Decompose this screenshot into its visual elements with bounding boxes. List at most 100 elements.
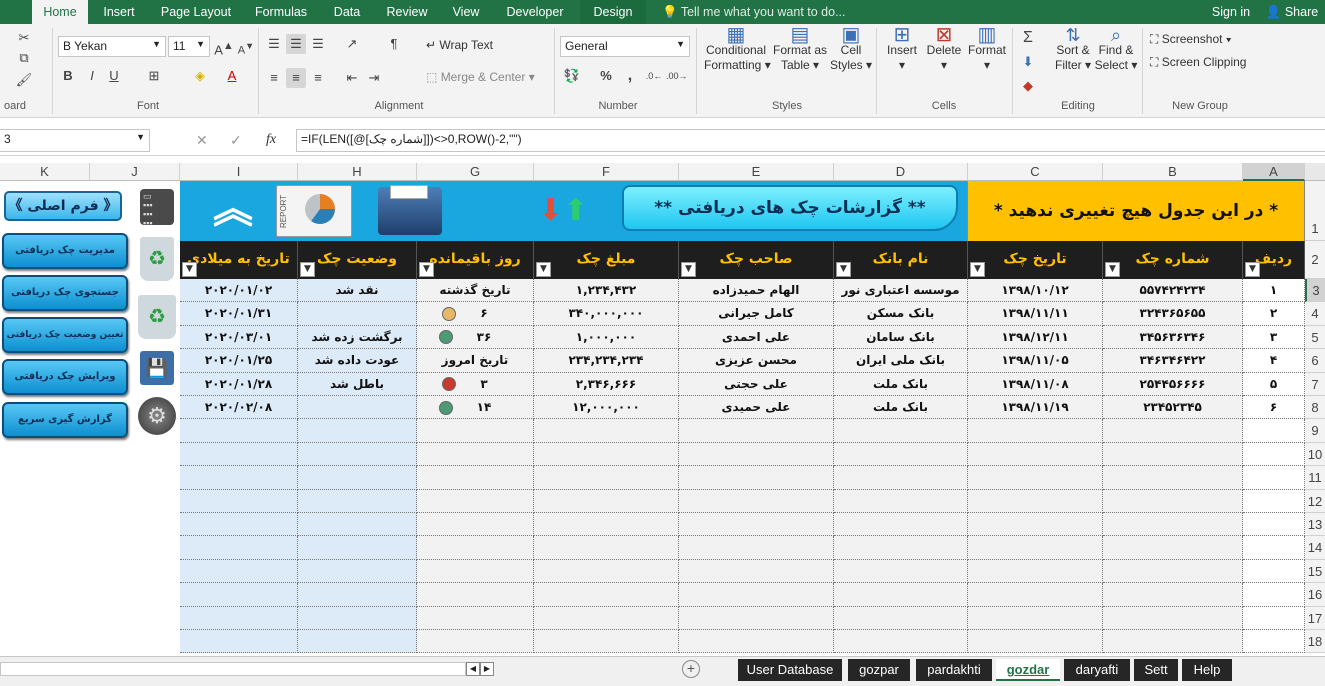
- cell-gregorian[interactable]: [180, 583, 298, 607]
- cell-amount[interactable]: [534, 442, 679, 467]
- cell-bank[interactable]: بانک ملی ایران: [834, 349, 968, 373]
- cell-check-no[interactable]: [1103, 583, 1243, 607]
- cell-owner[interactable]: علی حجتی: [679, 372, 834, 396]
- cell-check-no[interactable]: [1103, 466, 1243, 490]
- tab-design[interactable]: Design: [580, 0, 646, 24]
- cell-check-no[interactable]: [1103, 442, 1243, 467]
- tell-me-box[interactable]: 💡 Tell me what you want to do...: [662, 0, 852, 24]
- cell-check-date[interactable]: ۱۳۹۸/۱۱/۰۵: [968, 349, 1103, 373]
- filter-dropdown-icon[interactable]: ▼: [536, 262, 551, 277]
- cell-check-date[interactable]: ۱۳۹۸/۱۱/۱۹: [968, 396, 1103, 420]
- italic-icon[interactable]: I: [82, 66, 102, 86]
- cell-check-date[interactable]: ۱۳۹۸/۱۱/۱۱: [968, 302, 1103, 326]
- sheet-tab-user-database[interactable]: User Database: [738, 659, 842, 681]
- merge-center-button[interactable]: ⬚ Merge & Center ▾: [426, 70, 535, 84]
- cell-check-date[interactable]: ۱۳۹۸/۱۲/۱۱: [968, 325, 1103, 350]
- sheet-tab-pardakhti[interactable]: pardakhti: [916, 659, 992, 681]
- align-top-icon[interactable]: ☰: [264, 34, 284, 54]
- cell-gregorian[interactable]: [180, 536, 298, 560]
- row-header[interactable]: 1: [1305, 181, 1325, 241]
- cell-check-no[interactable]: [1103, 559, 1243, 584]
- filter-dropdown-icon[interactable]: ▼: [1105, 262, 1120, 277]
- sheet-tab-sett[interactable]: Sett: [1134, 659, 1178, 681]
- cell-status[interactable]: [298, 513, 417, 537]
- column-header[interactable]: F: [534, 163, 679, 181]
- enter-icon[interactable]: ✓: [230, 132, 242, 149]
- cell-check-no[interactable]: [1103, 513, 1243, 537]
- cell-check-no[interactable]: ۲۵۴۴۵۶۶۶۶: [1103, 372, 1243, 396]
- tab-data[interactable]: Data: [322, 0, 372, 24]
- cell-check-no[interactable]: ۲۳۴۵۲۳۴۵: [1103, 396, 1243, 420]
- font-name-select[interactable]: B Yekan ▼: [58, 36, 166, 57]
- cell-days-left[interactable]: [417, 583, 534, 607]
- cell-status[interactable]: [298, 396, 417, 420]
- font-color-icon[interactable]: A: [222, 66, 242, 86]
- formula-input[interactable]: =IF(LEN([@[شماره چک]])<>0,ROW()-2,""): [296, 129, 1325, 152]
- cell-bank[interactable]: [834, 419, 968, 443]
- row-header[interactable]: 17: [1305, 606, 1325, 630]
- cell-owner[interactable]: [679, 442, 834, 467]
- cell-amount[interactable]: [534, 583, 679, 607]
- cell-owner[interactable]: محسن عزیزی: [679, 349, 834, 373]
- column-header[interactable]: D: [834, 163, 968, 181]
- row-header[interactable]: 14: [1305, 536, 1325, 560]
- column-header[interactable]: E: [679, 163, 834, 181]
- tab-home[interactable]: Home: [32, 0, 88, 24]
- tab-formulas[interactable]: Formulas: [248, 0, 314, 24]
- cell-status[interactable]: [298, 630, 417, 654]
- copy-icon[interactable]: ⧉: [14, 48, 34, 68]
- row-header[interactable]: 7: [1305, 372, 1325, 396]
- cell-status[interactable]: باطل شد: [298, 372, 417, 396]
- increase-indent-icon[interactable]: ⇥: [364, 68, 384, 88]
- filter-dropdown-icon[interactable]: ▼: [681, 262, 696, 277]
- cell-radif[interactable]: [1243, 442, 1305, 467]
- cell-gregorian[interactable]: [180, 442, 298, 467]
- main-form-button[interactable]: 《 فرم اصلی 》: [4, 191, 122, 221]
- cell-amount[interactable]: ۲۳۴,۲۳۴,۲۳۴: [534, 349, 679, 373]
- cell-amount[interactable]: ۲,۳۴۶,۶۶۶: [534, 372, 679, 396]
- tab-view[interactable]: View: [442, 0, 490, 24]
- manage-received-check-button[interactable]: مدیریت چک دریافتی: [2, 233, 128, 269]
- cell-status[interactable]: [298, 559, 417, 584]
- search-received-check-button[interactable]: جستجوی چک دریافتی: [2, 275, 128, 311]
- cell-radif[interactable]: [1243, 489, 1305, 513]
- cell-days-left[interactable]: ۶: [417, 302, 534, 326]
- tab-review[interactable]: Review: [380, 0, 434, 24]
- cell-owner[interactable]: [679, 489, 834, 513]
- cell-bank[interactable]: بانک ملت: [834, 372, 968, 396]
- cell-check-no[interactable]: [1103, 536, 1243, 560]
- quick-report-button[interactable]: گزارش گیری سریع: [2, 402, 128, 438]
- cell-check-date[interactable]: [968, 559, 1103, 584]
- increase-font-icon[interactable]: A▲: [214, 36, 234, 57]
- align-right-icon[interactable]: ≡: [308, 68, 328, 88]
- cell-gregorian[interactable]: ۲۰۲۰/۰۳/۰۱: [180, 325, 298, 350]
- cell-gregorian[interactable]: [180, 419, 298, 443]
- cell-owner[interactable]: [679, 630, 834, 654]
- row-header[interactable]: 11: [1305, 466, 1325, 490]
- find-select-button[interactable]: ⌕ Find & Select ▾: [1094, 26, 1138, 73]
- filter-dropdown-icon[interactable]: ▼: [1245, 262, 1260, 277]
- orientation-icon[interactable]: ↗: [342, 34, 362, 54]
- cell-owner[interactable]: [679, 606, 834, 630]
- tab-page-layout[interactable]: Page Layout: [152, 0, 240, 24]
- cell-bank[interactable]: بانک مسکن: [834, 302, 968, 326]
- cell-status[interactable]: [298, 536, 417, 560]
- cell-radif[interactable]: [1243, 419, 1305, 443]
- cell-days-left[interactable]: ۳۶: [417, 325, 534, 350]
- cell-check-no[interactable]: ۵۵۷۴۲۴۲۳۴: [1103, 279, 1243, 303]
- cell-status[interactable]: برگشت زده شد: [298, 325, 417, 350]
- cell-check-date[interactable]: ۱۳۹۸/۱۰/۱۲: [968, 279, 1103, 303]
- cell-days-left[interactable]: [417, 606, 534, 630]
- cell-days-left[interactable]: تاریخ گذشته: [417, 279, 534, 303]
- sheet-tab-help[interactable]: Help: [1182, 659, 1232, 681]
- cell-amount[interactable]: [534, 419, 679, 443]
- cell-amount[interactable]: ۱۲,۰۰۰,۰۰۰: [534, 396, 679, 420]
- cell-bank[interactable]: [834, 583, 968, 607]
- row-header[interactable]: 13: [1305, 513, 1325, 537]
- settings-gear-icon[interactable]: ⚙: [138, 397, 176, 435]
- row-header[interactable]: 10: [1305, 442, 1325, 467]
- cell-radif[interactable]: [1243, 513, 1305, 537]
- cell-owner[interactable]: علی احمدی: [679, 325, 834, 350]
- cell-bank[interactable]: [834, 606, 968, 630]
- recycle-bin-icon[interactable]: ♻: [140, 237, 174, 281]
